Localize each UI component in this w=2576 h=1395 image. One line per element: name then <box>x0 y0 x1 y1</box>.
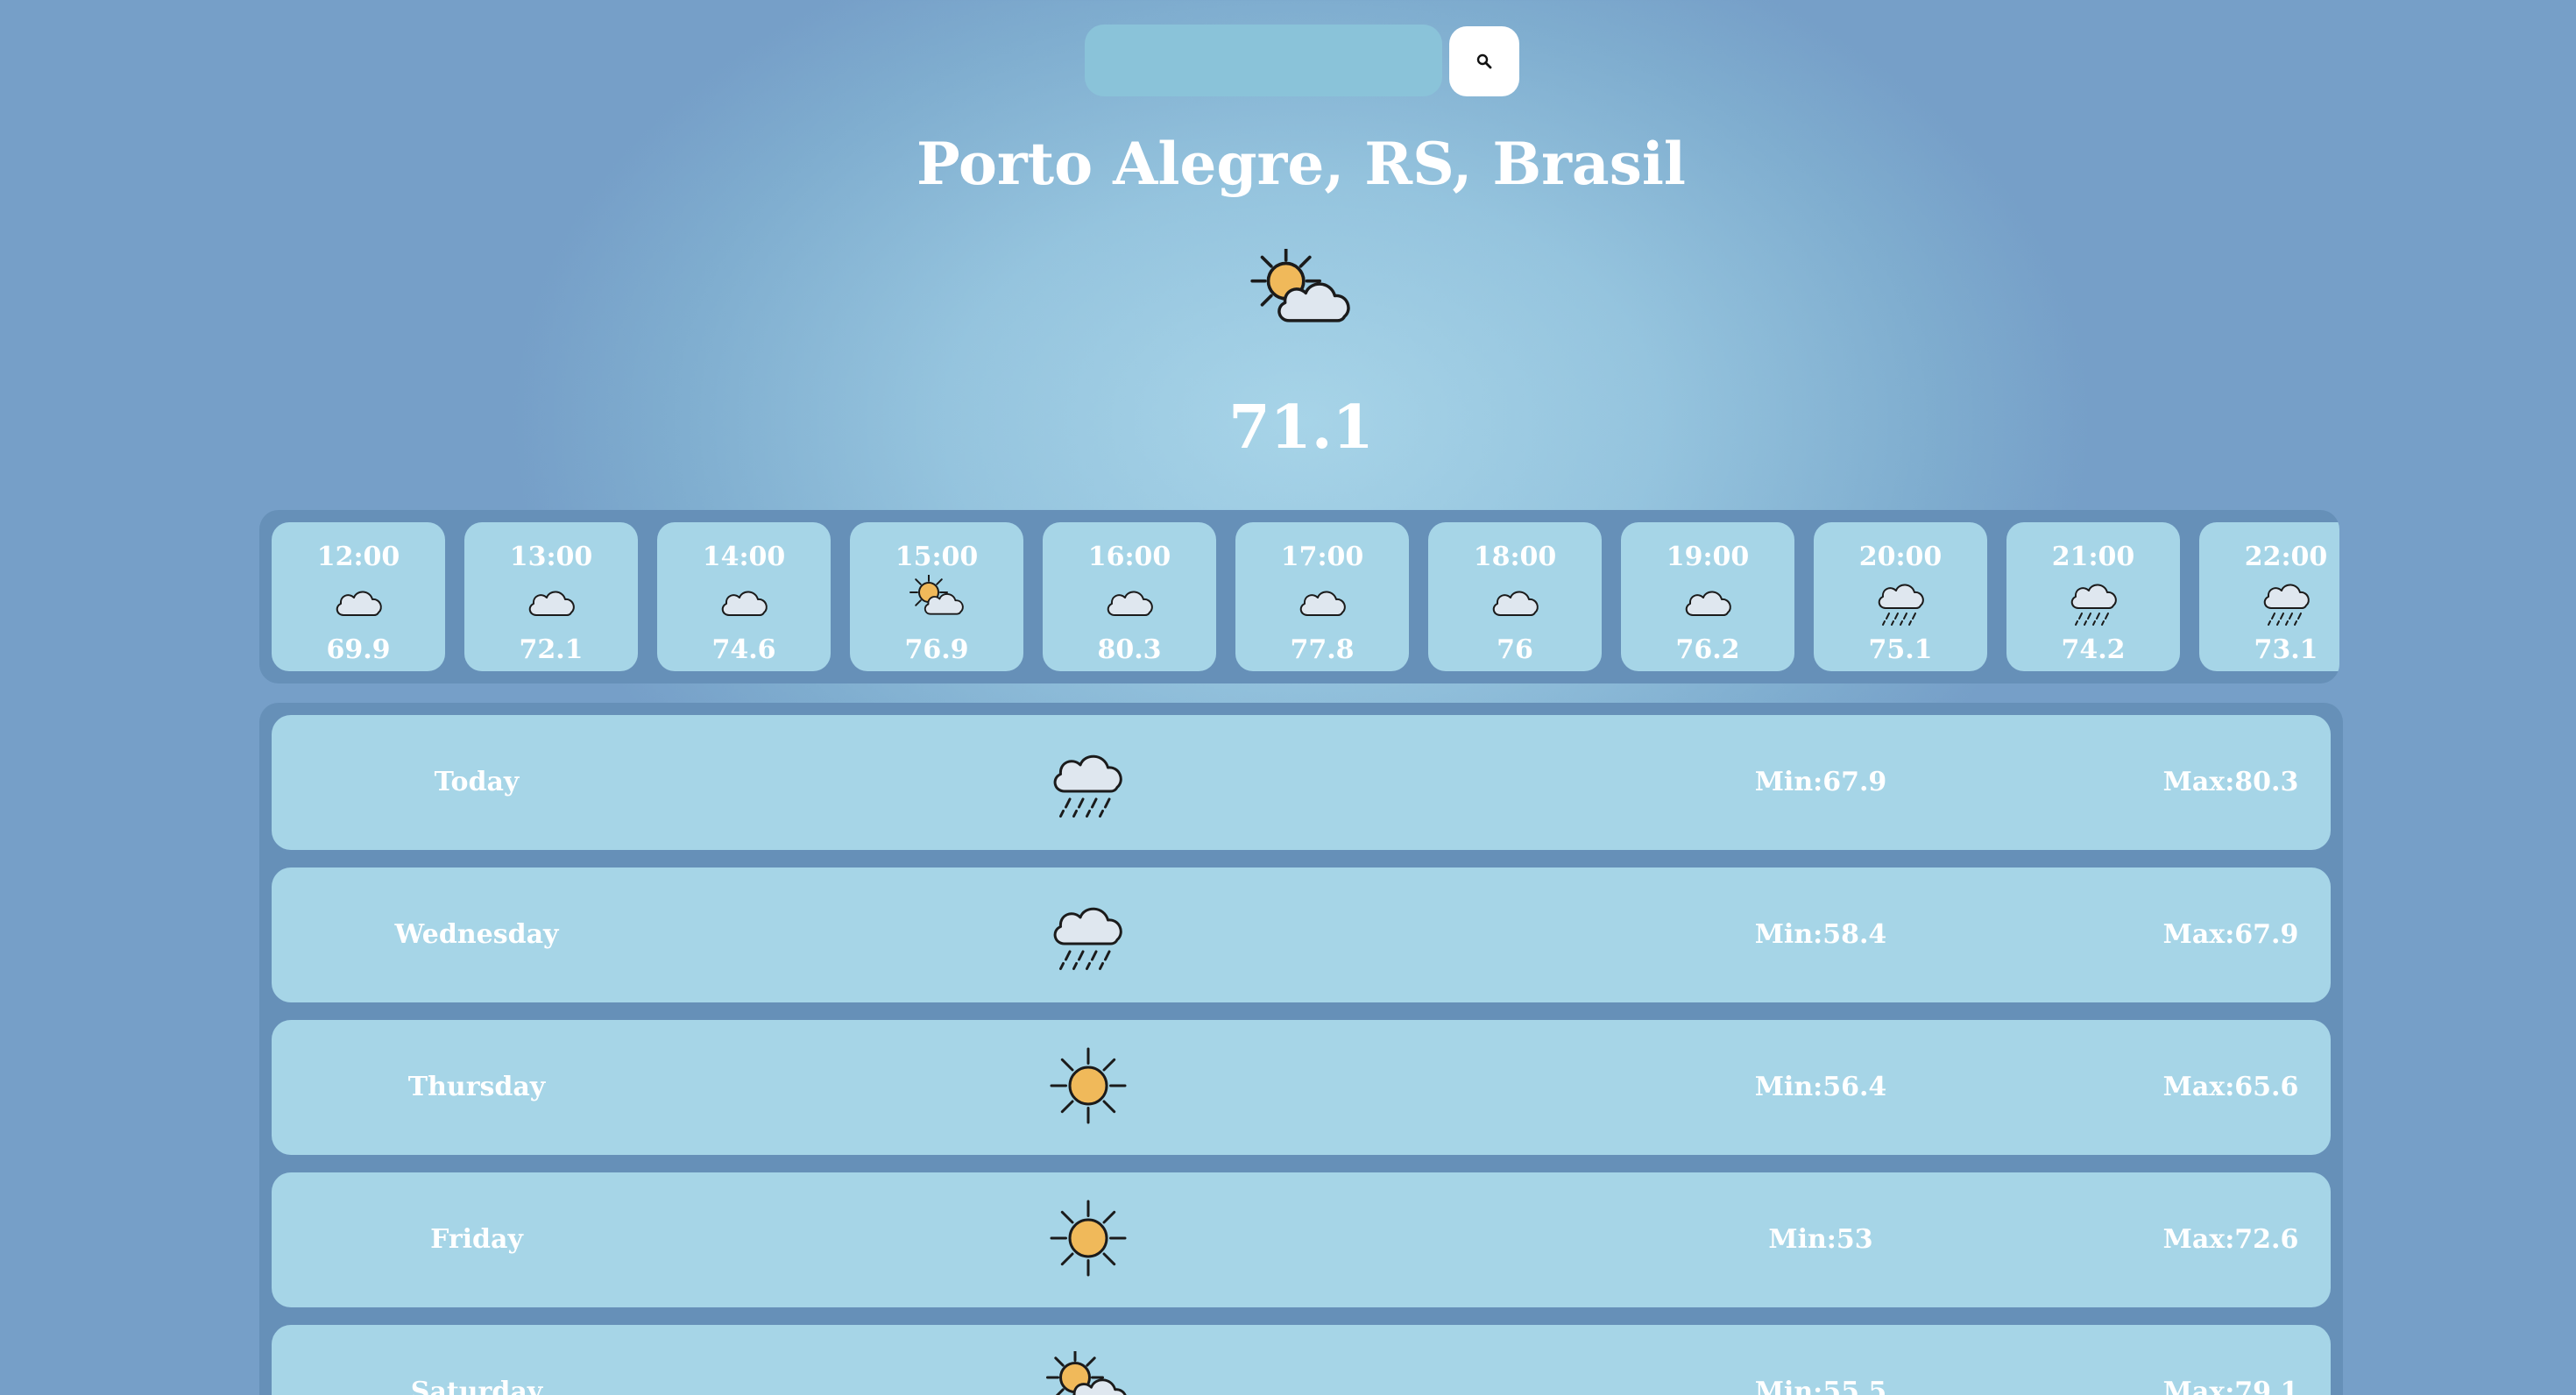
hourly-card[interactable]: 14:00 74.6 <box>657 522 831 671</box>
hourly-card[interactable]: 16:00 80.3 <box>1043 522 1216 671</box>
hourly-card[interactable]: 17:00 77.8 <box>1235 522 1409 671</box>
daily-row[interactable]: Saturday Min:55.5 Max:79.1 <box>272 1325 2331 1395</box>
day-name: Saturday <box>410 1377 543 1395</box>
sun-icon <box>1046 1199 1130 1278</box>
location-title: Porto Alegre, RS, Brasil <box>916 130 1686 198</box>
cloudy-icon <box>713 575 776 627</box>
day-min-temperature: Min:55.5 <box>1754 1377 1887 1395</box>
partly-cloudy-icon <box>906 573 969 627</box>
hourly-card[interactable]: 20:00 75.1 <box>1814 522 1987 671</box>
daily-row[interactable]: Friday Min:53 Max:72.6 <box>272 1172 2331 1307</box>
hourly-time: 19:00 <box>1666 542 1750 572</box>
rain-icon <box>1046 894 1130 973</box>
current-temperature: 71.1 <box>1228 393 1374 463</box>
hourly-time: 18:00 <box>1473 542 1557 572</box>
cloudy-icon <box>1484 575 1547 627</box>
day-max-temperature: Max:72.6 <box>2162 1224 2299 1255</box>
daily-row[interactable]: Today Min:67.9 Max:80.3 <box>272 715 2331 850</box>
hourly-card[interactable]: 21:00 74.2 <box>2006 522 2180 671</box>
hourly-time: 21:00 <box>2051 542 2135 572</box>
hourly-temperature: 77.8 <box>1290 634 1355 665</box>
hourly-card[interactable]: 12:00 69.9 <box>272 522 445 671</box>
day-name: Friday <box>430 1224 523 1255</box>
hourly-temperature: 73.1 <box>2254 634 2318 665</box>
hourly-temperature: 76.2 <box>1675 634 1740 665</box>
daily-forecast-list[interactable]: Today Min:67.9 Max:80.3 Wednesday Min:58.4… <box>259 703 2343 1395</box>
search-input[interactable] <box>1085 25 1442 96</box>
day-max-temperature: Max:65.6 <box>2162 1072 2299 1102</box>
hourly-time: 16:00 <box>1087 542 1171 572</box>
partly-cloudy-icon <box>1250 245 1350 322</box>
cloudy-icon <box>1099 575 1162 627</box>
day-min-temperature: Min:56.4 <box>1754 1072 1887 1102</box>
hourly-time: 12:00 <box>316 542 400 572</box>
day-max-temperature: Max:80.3 <box>2162 767 2299 797</box>
hourly-temperature: 74.2 <box>2061 634 2126 665</box>
hourly-temperature: 76.9 <box>904 634 969 665</box>
day-max-temperature: Max:67.9 <box>2162 919 2299 950</box>
hourly-card[interactable]: 13:00 72.1 <box>464 522 638 671</box>
hourly-temperature: 75.1 <box>1868 634 1933 665</box>
cloudy-icon <box>1292 575 1355 627</box>
hourly-temperature: 74.6 <box>711 634 776 665</box>
daily-row[interactable]: Wednesday Min:58.4 Max:67.9 <box>272 867 2331 1002</box>
hourly-forecast-strip[interactable]: 12:00 69.9 13:00 72.1 14:00 74.6 15:00 76.9… <box>259 510 2339 683</box>
cloudy-icon <box>1677 575 1740 627</box>
cloudy-icon <box>328 575 391 627</box>
hourly-time: 13:00 <box>509 542 593 572</box>
sun-icon <box>1046 1046 1130 1125</box>
hourly-card[interactable]: 15:00 76.9 <box>850 522 1023 671</box>
rain-icon <box>2255 575 2318 627</box>
day-max-temperature: Max:79.1 <box>2162 1377 2299 1395</box>
hourly-time: 14:00 <box>702 542 786 572</box>
rain-icon <box>1870 575 1933 627</box>
daily-row[interactable]: Thursday Min:56.4 Max:65.6 <box>272 1020 2331 1155</box>
hourly-temperature: 80.3 <box>1097 634 1162 665</box>
hourly-time: 20:00 <box>1858 542 1943 572</box>
day-name: Thursday <box>407 1072 546 1102</box>
hourly-time: 22:00 <box>2244 542 2328 572</box>
hourly-card[interactable]: 22:00 73.1 <box>2199 522 2339 671</box>
search-icon <box>1476 53 1492 69</box>
hourly-time: 17:00 <box>1280 542 1364 572</box>
rain-icon <box>1046 741 1130 820</box>
partly-cloudy-icon <box>1046 1349 1130 1395</box>
current-weather-icon <box>1242 245 1362 345</box>
day-min-temperature: Min:67.9 <box>1754 767 1887 797</box>
hourly-temperature: 69.9 <box>326 634 391 665</box>
hourly-time: 15:00 <box>895 542 979 572</box>
rain-icon <box>2063 575 2126 627</box>
hourly-card[interactable]: 19:00 76.2 <box>1621 522 1794 671</box>
day-name: Wednesday <box>394 919 559 950</box>
day-name: Today <box>434 767 520 797</box>
search-button[interactable] <box>1449 26 1519 96</box>
hourly-card[interactable]: 18:00 76 <box>1428 522 1602 671</box>
day-min-temperature: Min:53 <box>1768 1224 1873 1255</box>
cloudy-icon <box>520 575 584 627</box>
day-min-temperature: Min:58.4 <box>1754 919 1887 950</box>
hourly-temperature: 72.1 <box>519 634 584 665</box>
hourly-temperature: 76 <box>1497 634 1533 665</box>
